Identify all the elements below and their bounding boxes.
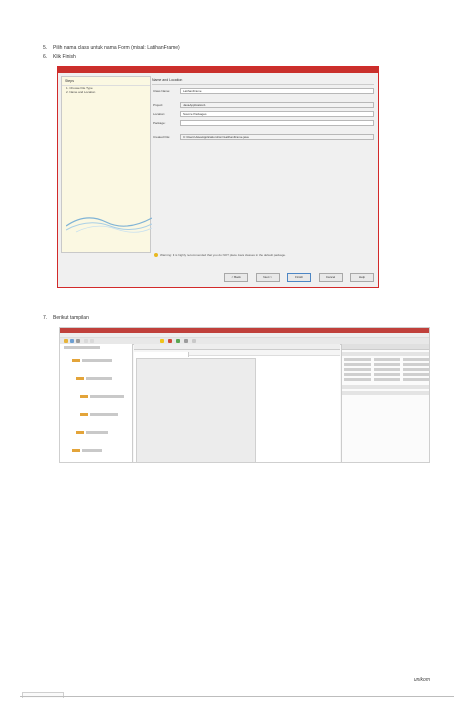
page-mark: unikom [413, 677, 430, 683]
step-7: 7. Berikut tampilan [43, 315, 89, 321]
toolbar-icon[interactable] [184, 339, 188, 343]
tab-latihanframe[interactable] [134, 352, 189, 357]
wizard-decoration [66, 217, 152, 233]
class-name-input[interactable]: LatihanFrame [180, 88, 374, 94]
toolbar-icon[interactable] [64, 339, 68, 343]
projects-panel [60, 344, 133, 462]
toolbar-icon[interactable] [168, 339, 172, 343]
folder-icon [80, 395, 88, 398]
toolbar-icon[interactable] [90, 339, 94, 343]
project-field: JavaApplication1 [180, 102, 374, 108]
location-row: Location: Source Packages [152, 111, 374, 117]
wizard-steps-panel: Steps 1. Choose File Type 2. Name and Lo… [61, 76, 152, 253]
folder-icon [76, 431, 84, 434]
back-button[interactable]: < Back [224, 273, 249, 282]
palette-header [342, 344, 429, 350]
folder-icon [76, 377, 84, 380]
step-6: 6. Klik Finish [43, 54, 76, 60]
step-item: 2. Name and Location [66, 90, 96, 94]
palette-panel [341, 344, 429, 462]
help-button[interactable]: Help [350, 273, 374, 282]
netbeans-ide-screenshot [59, 327, 430, 463]
footer-tab [22, 692, 64, 698]
folder-icon [80, 413, 88, 416]
cancel-button[interactable]: Cancel [318, 273, 343, 282]
toolbar-icon[interactable] [192, 339, 196, 343]
form-editor [134, 344, 340, 462]
wizard-buttons: < Back Next > Finish Cancel Help [221, 265, 374, 283]
finish-button[interactable]: Finish [287, 273, 312, 282]
default-package-warning: Warning: It is highly recommended that y… [154, 253, 286, 258]
toolbar-icon[interactable] [176, 339, 180, 343]
class-name-row: Class Name: LatihanFrame [152, 88, 374, 94]
package-row: Package: [152, 120, 374, 126]
wizard-title-bar [58, 67, 378, 73]
next-button[interactable]: Next > [255, 273, 280, 282]
package-select[interactable] [180, 120, 374, 126]
jframe-design-area[interactable] [136, 358, 256, 462]
warning-icon [154, 253, 158, 258]
wizard-form-panel: Name and Location Class Name: LatihanFra… [152, 76, 374, 251]
toolbar-icon[interactable] [160, 339, 164, 343]
folder-icon [72, 449, 80, 452]
created-file-field: C:\Users\JavaApplication1\src\LatihanFra… [180, 134, 374, 140]
folder-icon [72, 359, 80, 362]
name-location-header: Name and Location [152, 76, 374, 85]
location-select[interactable]: Source Packages [180, 111, 374, 117]
toolbar-icon[interactable] [84, 339, 88, 343]
toolbar-icon[interactable] [76, 339, 80, 343]
step-5: 5. Pilih nama class untuk nama Form (misa… [43, 45, 180, 51]
new-jframe-wizard-screenshot: Steps 1. Choose File Type 2. Name and Lo… [57, 66, 379, 288]
project-row: Project: JavaApplication1 [152, 102, 374, 108]
created-file-row: Created File: C:\Users\JavaApplication1\… [152, 134, 374, 140]
footer-rule [20, 696, 454, 697]
palette-items [342, 356, 429, 383]
steps-header: Steps [62, 77, 150, 86]
toolbar-icon[interactable] [70, 339, 74, 343]
